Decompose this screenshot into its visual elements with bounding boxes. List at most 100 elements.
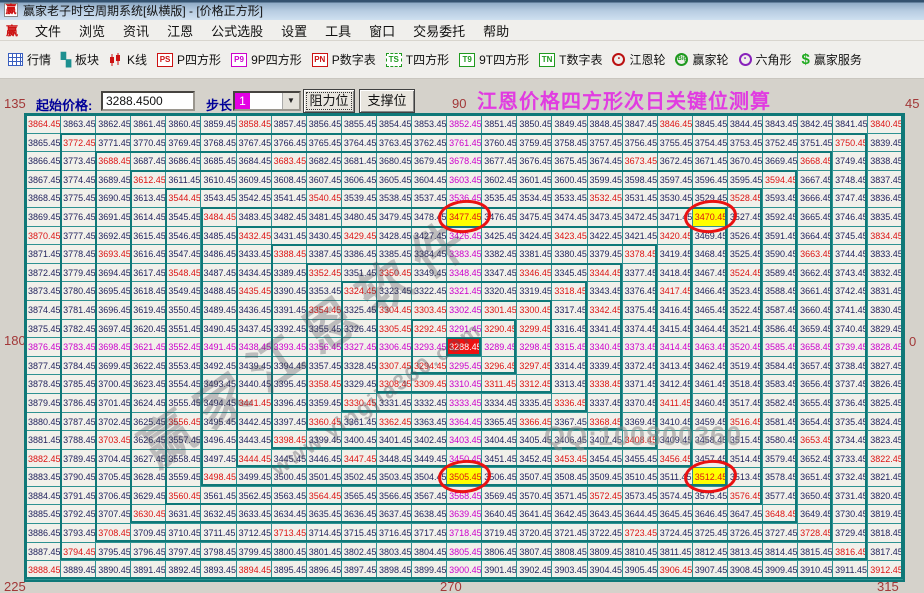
price-cell: 3566.45 xyxy=(377,487,412,506)
price-cell: 3291.45 xyxy=(447,320,482,339)
price-cell: 3305.45 xyxy=(377,320,412,339)
price-cell: 3730.45 xyxy=(833,505,868,524)
price-cell: 3688.45 xyxy=(96,152,131,171)
menu-item-窗口[interactable]: 窗口 xyxy=(360,21,404,40)
price-cell: 3804.45 xyxy=(412,543,447,562)
price-cell: 3706.45 xyxy=(96,487,131,506)
toolbar-button-赢家服务[interactable]: $赢家服务 xyxy=(802,51,862,68)
toolbar-button-板块[interactable]: ▚板块 xyxy=(61,51,99,68)
price-cell: 3375.45 xyxy=(623,301,658,320)
price-cell: 3323.45 xyxy=(377,282,412,301)
price-cell: 3846.45 xyxy=(658,115,693,134)
price-cell: 3335.45 xyxy=(517,394,552,413)
toolbar-button-T数字表[interactable]: TNT数字表 xyxy=(539,51,602,68)
price-cell: 3443.45 xyxy=(237,431,272,450)
price-cell: 3319.45 xyxy=(517,282,552,301)
price-cell: 3630.45 xyxy=(131,505,166,524)
price-cell: 3498.45 xyxy=(201,468,236,487)
price-cell: 3601.45 xyxy=(517,171,552,190)
menu-item-公式选股[interactable]: 公式选股 xyxy=(202,21,272,40)
menu-item-交易委托[interactable]: 交易委托 xyxy=(404,21,474,40)
price-cell: 3310.45 xyxy=(447,375,482,394)
menu-item-帮助[interactable]: 帮助 xyxy=(474,21,518,40)
support-button[interactable]: 支撑位 xyxy=(359,89,415,113)
price-cell: 3549.45 xyxy=(166,282,201,301)
menu-item-设置[interactable]: 设置 xyxy=(272,21,316,40)
menu-item-工具[interactable]: 工具 xyxy=(316,21,360,40)
price-cell: 3430.45 xyxy=(307,227,342,246)
price-cell: 3734.45 xyxy=(833,431,868,450)
price-cell: 3292.45 xyxy=(412,320,447,339)
step-combobox[interactable]: 1 ▼ xyxy=(233,91,301,111)
price-cell: 3751.45 xyxy=(798,134,833,153)
price-cell: 3301.45 xyxy=(482,301,517,320)
price-cell: 3623.45 xyxy=(131,375,166,394)
price-cell: 3392.45 xyxy=(272,320,307,339)
price-cell: 3402.45 xyxy=(412,431,447,450)
toolbar-button-P四方形[interactable]: PSP四方形 xyxy=(157,51,221,68)
price-cell: 3829.45 xyxy=(868,320,903,339)
toolbar-label: P数字表 xyxy=(332,51,376,68)
price-cell: 3510.45 xyxy=(623,468,658,487)
price-cell: 3454.45 xyxy=(588,450,623,469)
price-cell: 3524.45 xyxy=(728,264,763,283)
price-cell: 3747.45 xyxy=(833,189,868,208)
resistance-button[interactable]: 阻力位 xyxy=(303,89,355,113)
price-cell: 3329.45 xyxy=(342,375,377,394)
menu-item-资讯[interactable]: 资讯 xyxy=(114,21,158,40)
price-cell: 3541.45 xyxy=(272,189,307,208)
price-cell: 3650.45 xyxy=(798,487,833,506)
price-cell: 3603.45 xyxy=(447,171,482,190)
price-cell: 3835.45 xyxy=(868,208,903,227)
price-cell: 3643.45 xyxy=(588,505,623,524)
menu-item-江恩[interactable]: 江恩 xyxy=(158,21,202,40)
toolbar-button-赢家轮[interactable]: Big赢家轮 xyxy=(675,51,728,68)
toolbar-label: 江恩轮 xyxy=(629,51,665,68)
wheel-icon: Big xyxy=(675,53,688,66)
price-cell: 3602.45 xyxy=(482,171,517,190)
price-cell: 3316.45 xyxy=(552,320,587,339)
toolbar-button-9P四方形[interactable]: P99P四方形 xyxy=(231,51,302,68)
price-cell: 3860.45 xyxy=(166,115,201,134)
toolbar-button-9T四方形[interactable]: T99T四方形 xyxy=(459,51,529,68)
toolbar-button-P数字表[interactable]: PNP数字表 xyxy=(312,51,376,68)
price-cell: 3871.45 xyxy=(26,245,61,264)
price-cell: 3862.45 xyxy=(96,115,131,134)
toolbar-button-行情[interactable]: 行情 xyxy=(8,51,51,68)
price-cell: 3723.45 xyxy=(623,524,658,543)
toolbar-button-T四方形[interactable]: TST四方形 xyxy=(386,51,449,68)
toolbar-button-江恩轮[interactable]: •江恩轮 xyxy=(612,51,665,68)
start-price-input[interactable] xyxy=(101,91,195,111)
price-cell: 3370.45 xyxy=(623,394,658,413)
price-cell: 3708.45 xyxy=(96,524,131,543)
price-cell: 3776.45 xyxy=(61,208,96,227)
price-cell: 3714.45 xyxy=(307,524,342,543)
price-cell: 3790.45 xyxy=(61,468,96,487)
price-cell: 3325.45 xyxy=(342,301,377,320)
price-cell: 3624.45 xyxy=(131,394,166,413)
price-cell: 3610.45 xyxy=(201,171,236,190)
toolbar-button-六角形[interactable]: •六角形 xyxy=(739,51,792,68)
menu-item-文件[interactable]: 文件 xyxy=(26,21,70,40)
price-cell: 3762.45 xyxy=(412,134,447,153)
price-cell: 3544.45 xyxy=(166,189,201,208)
price-cell: 3314.45 xyxy=(552,357,587,376)
price-cell: 3873.45 xyxy=(26,282,61,301)
price-cell: 3573.45 xyxy=(623,487,658,506)
price-cell: 3834.45 xyxy=(868,227,903,246)
price-cell: 3692.45 xyxy=(96,227,131,246)
toolbar-button-K线[interactable]: K线 xyxy=(109,51,147,68)
price-cell: 3615.45 xyxy=(131,227,166,246)
price-cell: 3521.45 xyxy=(728,320,763,339)
price-cell: 3439.45 xyxy=(237,357,272,376)
price-cell: 3530.45 xyxy=(658,189,693,208)
menu-item-浏览[interactable]: 浏览 xyxy=(70,21,114,40)
price-cell: 3353.45 xyxy=(307,282,342,301)
price-cell: 3461.45 xyxy=(693,375,728,394)
key-level-cell: 3470.45 xyxy=(693,208,728,227)
toolbar-label: 行情 xyxy=(27,51,51,68)
combo-dropdown-arrow-icon[interactable]: ▼ xyxy=(282,93,299,109)
price-cell: 3641.45 xyxy=(517,505,552,524)
price-cell: 3518.45 xyxy=(728,375,763,394)
price-cell: 3471.45 xyxy=(658,208,693,227)
